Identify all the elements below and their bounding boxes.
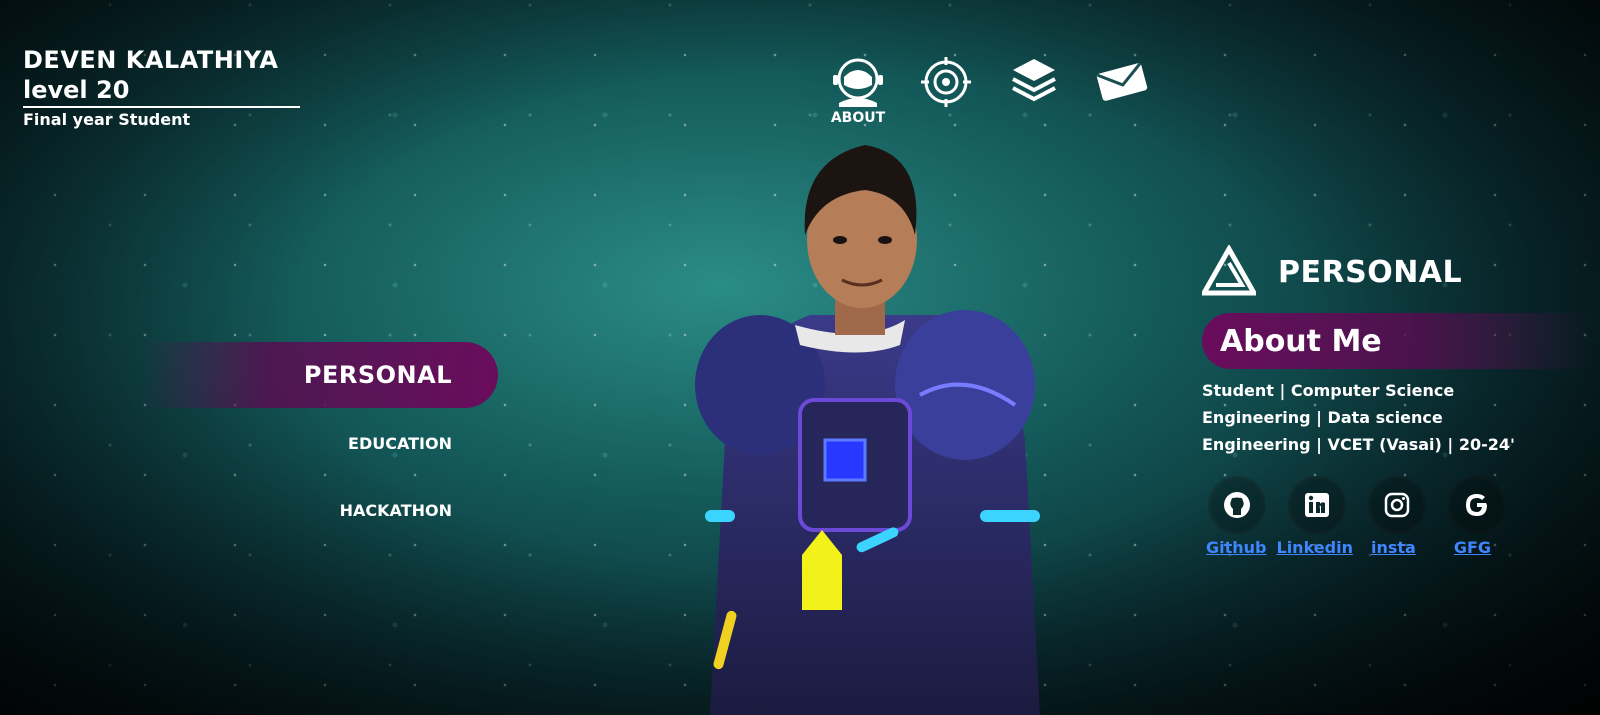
about-description: Student | Computer Science Engineering |…	[1202, 381, 1515, 454]
info-panel: PERSONAL About Me Student | Computer Sci…	[1202, 245, 1592, 557]
profile-header: DEVEN KALATHIYA level 20 Final year Stud…	[23, 46, 300, 129]
instagram-icon	[1384, 492, 1410, 518]
linkedin-link[interactable]: Linkedin	[1277, 538, 1353, 557]
about-me-heading: About Me	[1202, 313, 1592, 369]
menu-item-education[interactable]: EDUCATION	[140, 434, 498, 453]
top-navigation: ABOUT	[830, 55, 1150, 126]
nav-about[interactable]: ABOUT	[830, 55, 886, 126]
linkedin-icon	[1305, 493, 1329, 517]
linkedin-button[interactable]	[1288, 476, 1346, 534]
google-button[interactable]	[1448, 476, 1506, 534]
insta-link[interactable]: insta	[1371, 538, 1416, 557]
instagram-button[interactable]	[1368, 476, 1426, 534]
player-name: DEVEN KALATHIYA	[23, 46, 279, 74]
menu-item-hackathon[interactable]: HACKATHON	[140, 501, 498, 520]
social-links: Github Linkedin insta GFG	[1202, 538, 1592, 557]
gfg-link[interactable]: GFG	[1454, 538, 1491, 557]
google-icon	[1466, 494, 1487, 516]
nav-about-label: ABOUT	[830, 110, 886, 126]
astronaut-helmet-icon	[833, 58, 883, 107]
section-menu: PERSONAL EDUCATION HACKATHON	[140, 342, 498, 520]
level-progress-bar	[23, 106, 300, 108]
panel-title: PERSONAL	[1278, 254, 1463, 290]
github-button[interactable]	[1208, 476, 1266, 534]
nav-layers[interactable]	[1006, 55, 1062, 126]
layers-icon	[1012, 59, 1056, 102]
avatar-illustration	[695, 145, 1040, 715]
nav-contact[interactable]	[1094, 55, 1150, 126]
player-level: level 20	[23, 76, 130, 104]
panel-header: PERSONAL	[1202, 245, 1592, 299]
social-icons	[1202, 476, 1592, 534]
target-icon	[921, 57, 971, 107]
envelope-icon	[1096, 62, 1148, 101]
player-role: Final year Student	[23, 110, 191, 129]
penrose-triangle-icon	[1202, 245, 1256, 296]
github-link[interactable]: Github	[1206, 538, 1267, 557]
github-icon	[1224, 492, 1250, 518]
nav-target[interactable]	[918, 55, 974, 126]
menu-item-personal[interactable]: PERSONAL	[140, 342, 498, 408]
